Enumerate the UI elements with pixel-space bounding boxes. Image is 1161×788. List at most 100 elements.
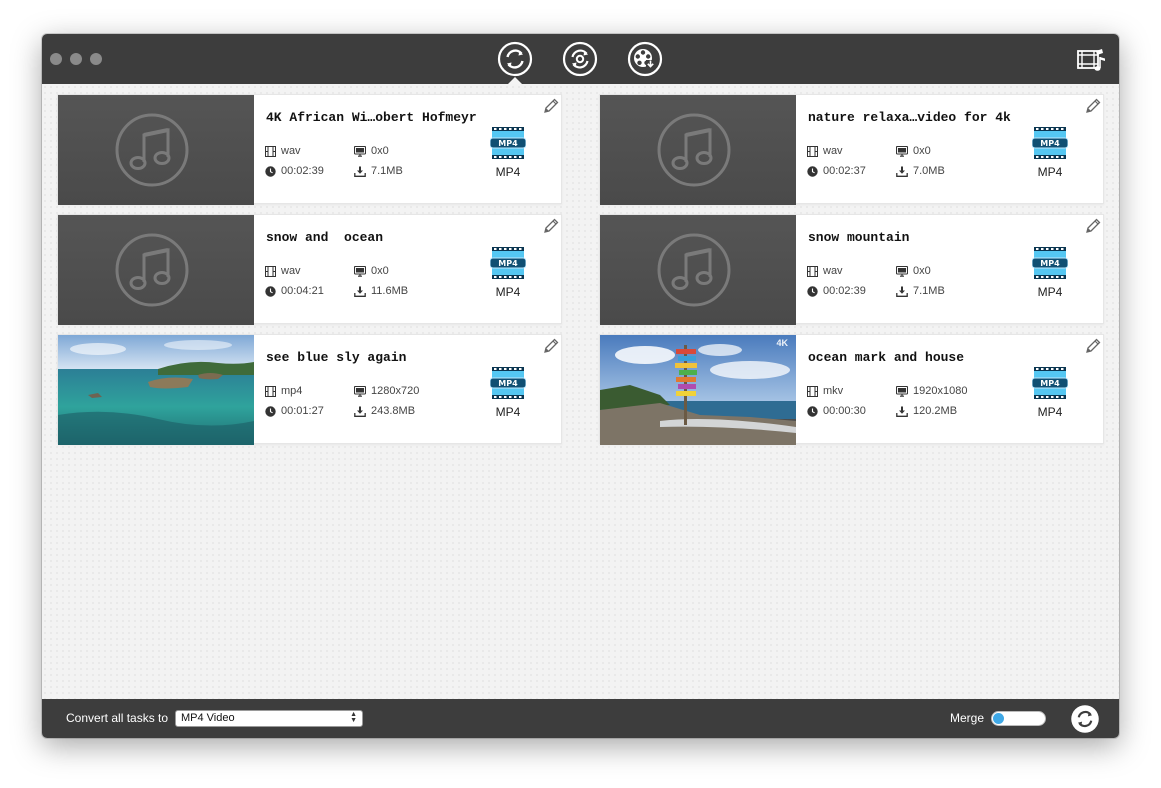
film-icon: [807, 265, 818, 277]
convert-target-value: MP4 Video: [181, 712, 235, 724]
resolution-value: 0x0: [913, 145, 931, 157]
output-format-button[interactable]: MP4 MP4: [489, 247, 527, 299]
task-title: ocean mark and house: [808, 350, 965, 365]
source-resolution: 1280x720: [354, 385, 419, 397]
convert-all-button[interactable]: [1070, 704, 1100, 734]
download-icon: [354, 286, 366, 297]
music-note-icon: [657, 113, 731, 187]
source-format-value: mkv: [823, 385, 844, 397]
duration-value: 00:00:30: [823, 405, 866, 417]
source-format-value: wav: [281, 145, 301, 157]
pencil-edit-icon: [544, 338, 559, 353]
edit-task-button[interactable]: [1084, 97, 1102, 115]
mp4-format-icon: MP4: [1031, 247, 1069, 279]
task-card[interactable]: 4K African Wi…obert Hofmeyr wav 0x0 00:0…: [57, 94, 562, 205]
source-format: wav: [807, 265, 843, 277]
task-card[interactable]: nature relaxa…video for 4k wav 0x0 00:02…: [599, 94, 1104, 205]
task-card[interactable]: see blue sly again mp4 1280x720 00:01:27…: [57, 334, 562, 445]
output-format-button[interactable]: MP4 MP4: [489, 367, 527, 419]
source-format: mkv: [807, 385, 843, 397]
duration-value: 00:01:27: [281, 405, 324, 417]
video-thumbnail-sea: [58, 335, 254, 445]
source-format: mp4: [265, 385, 302, 397]
clock-icon: [265, 405, 276, 417]
video-thumbnail-coast: [600, 335, 796, 445]
resolution-value: 1280x720: [371, 385, 420, 397]
output-format-button[interactable]: MP4 MP4: [1031, 127, 1069, 179]
monitor-icon: [354, 145, 366, 157]
file-size-value: 243.8MB: [371, 405, 416, 417]
merge-toggle[interactable]: [991, 711, 1046, 726]
task-title: snow mountain: [808, 230, 910, 245]
convert-icon: [497, 41, 533, 77]
task-list: 4K African Wi…obert Hofmeyr wav 0x0 00:0…: [42, 84, 1119, 699]
pencil-edit-icon: [544, 98, 559, 113]
edit-task-button[interactable]: [1084, 337, 1102, 355]
file-size-value: 11.6MB: [371, 285, 409, 297]
task-thumbnail[interactable]: 4K: [600, 335, 796, 445]
output-format-button[interactable]: MP4 MP4: [1031, 247, 1069, 299]
clock-icon: [807, 165, 818, 177]
task-title: see blue sly again: [266, 350, 407, 365]
resolution-value: 0x0: [371, 145, 389, 157]
film-music-icon: [1077, 49, 1105, 71]
output-format-label: MP4: [495, 165, 521, 179]
source-resolution: 0x0: [354, 145, 389, 157]
source-resolution: 1920x1080: [896, 385, 967, 397]
output-format-button[interactable]: MP4 MP4: [1031, 367, 1069, 419]
duration: 00:00:30: [807, 405, 866, 417]
convert-target-select[interactable]: MP4 Video ▲ ▼: [175, 710, 363, 727]
file-size-value: 7.1MB: [371, 165, 403, 177]
task-thumbnail[interactable]: [58, 95, 254, 205]
file-size-value: 7.1MB: [913, 285, 945, 297]
task-title: snow and ocean: [266, 230, 384, 245]
video-download-tab-button[interactable]: [627, 41, 663, 77]
source-format: wav: [265, 265, 301, 277]
resolution-value: 1920x1080: [913, 385, 968, 397]
clock-icon: [807, 285, 818, 297]
film-reel-download-icon: [627, 41, 663, 77]
title-bar: [42, 34, 1119, 84]
duration: 00:02:39: [807, 285, 866, 297]
download-icon: [354, 166, 366, 177]
svg-text:MP4: MP4: [1040, 139, 1060, 148]
output-format-button[interactable]: MP4 MP4: [489, 127, 527, 179]
film-icon: [265, 385, 276, 397]
pencil-edit-icon: [1086, 218, 1101, 233]
task-thumbnail[interactable]: [58, 335, 254, 445]
edit-task-button[interactable]: [542, 337, 560, 355]
source-format: wav: [807, 145, 843, 157]
source-format-value: mp4: [281, 385, 303, 397]
merge-toggle-knob: [993, 713, 1004, 724]
minimize-window-button[interactable]: [70, 53, 82, 65]
task-thumbnail[interactable]: [600, 95, 796, 205]
task-card[interactable]: 4K ocean mark and house mkv 1920x1080 00…: [599, 334, 1104, 445]
music-note-icon: [115, 113, 189, 187]
task-card[interactable]: snow and ocean wav 0x0 00:04:21 11.6MB M…: [57, 214, 562, 325]
edit-task-button[interactable]: [542, 217, 560, 235]
svg-text:MP4: MP4: [1040, 259, 1060, 268]
output-format-label: MP4: [1037, 165, 1063, 179]
resolution-value: 0x0: [371, 265, 389, 277]
convert-all-label: Convert all tasks to: [66, 711, 169, 725]
enhance-tab-button[interactable]: [562, 41, 598, 77]
film-icon: [807, 385, 818, 397]
source-resolution: 0x0: [354, 265, 389, 277]
zoom-window-button[interactable]: [90, 53, 102, 65]
task-thumbnail[interactable]: [58, 215, 254, 325]
monitor-icon: [896, 265, 908, 277]
convert-tab-button[interactable]: [497, 41, 533, 77]
output-format-label: MP4: [1037, 285, 1063, 299]
edit-task-button[interactable]: [542, 97, 560, 115]
source-resolution: 0x0: [896, 145, 931, 157]
task-thumbnail[interactable]: [600, 215, 796, 325]
media-library-button[interactable]: [1076, 46, 1108, 74]
edit-task-button[interactable]: [1084, 217, 1102, 235]
task-card[interactable]: snow mountain wav 0x0 00:02:39 7.1MB MP4…: [599, 214, 1104, 325]
close-window-button[interactable]: [50, 53, 62, 65]
duration: 00:02:37: [807, 165, 866, 177]
merge-label: Merge: [950, 711, 985, 725]
select-arrows-icon: ▲ ▼: [350, 711, 357, 724]
output-format-label: MP4: [1037, 405, 1063, 419]
resolution-watermark: 4K: [776, 338, 788, 348]
